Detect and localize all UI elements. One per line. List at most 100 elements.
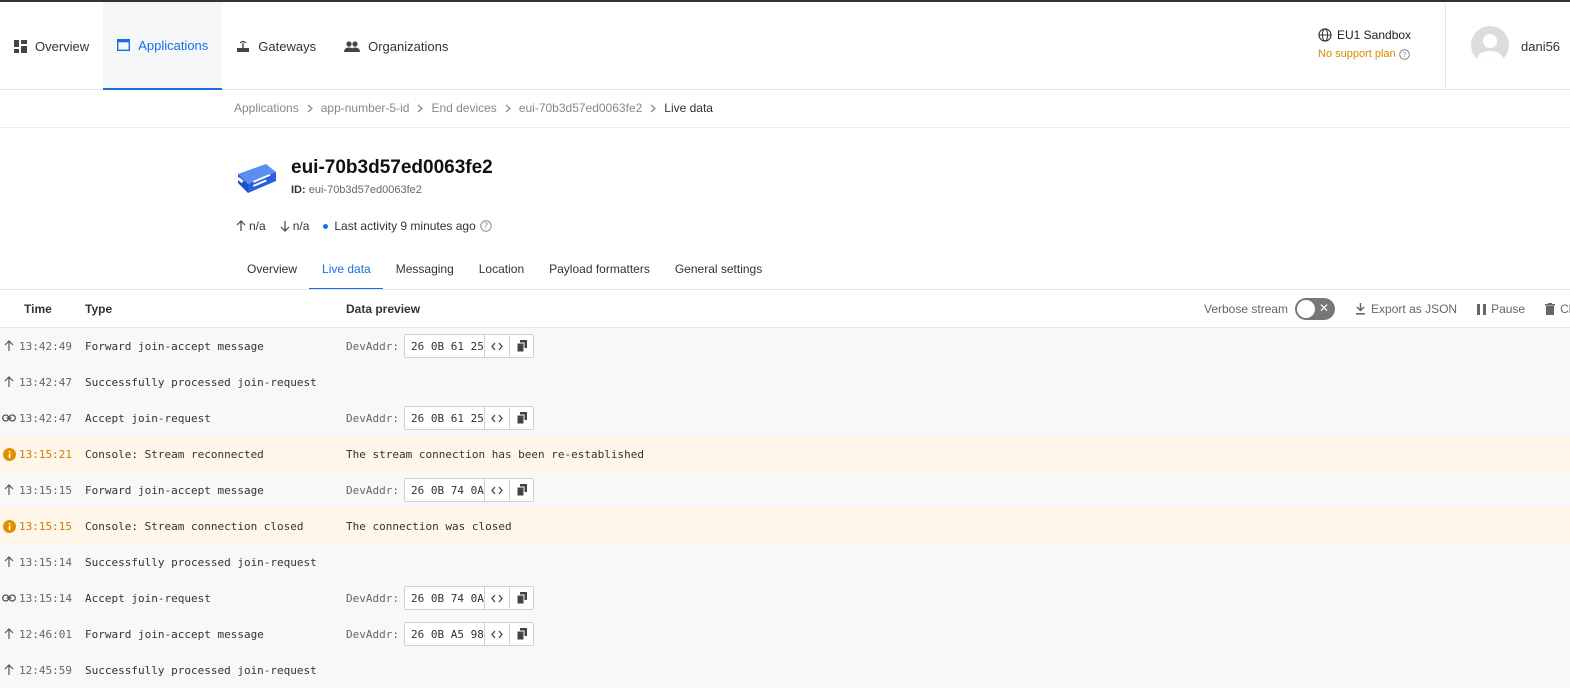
code-toggle-icon[interactable] [485,623,509,645]
tab-live-data[interactable]: Live data [309,252,383,290]
user-silhouette-icon [1476,34,1504,64]
pause-button[interactable]: Pause [1477,302,1525,316]
trash-icon [1545,303,1556,315]
username[interactable]: dani56 [1521,39,1560,54]
table-row[interactable]: 12:45:59 Successfully processed join-requ… [0,652,1570,688]
table-row[interactable]: 13:15:14 Successfully processed join-requ… [0,544,1570,580]
table-row[interactable]: 12:46:01 Forward join-accept message DevAd… [0,616,1570,652]
info-icon [2,447,16,461]
nav-overview[interactable]: Overview [0,2,103,90]
arrow-down-icon [280,221,290,232]
uplink-value: n/a [249,219,266,233]
download-icon [1356,303,1366,315]
arrow-up-icon [2,375,16,389]
code-toggle-icon[interactable] [485,407,509,429]
devaddr-value: 26 0B 74 0A [405,479,485,501]
table-row[interactable]: 13:15:21 Console: Stream reconnected The s… [0,436,1570,472]
event-type: Forward join-accept message [85,340,264,353]
devaddr-field: 26 0B 74 0A [404,586,534,610]
event-type: Successfully processed join-request [85,556,317,569]
devaddr-label: DevAddr: [346,484,399,497]
arrow-up-icon [2,483,16,497]
column-type: Type [85,302,113,316]
support-plan: No support plan [1318,48,1396,60]
tab-messaging[interactable]: Messaging [383,252,466,290]
copy-icon[interactable] [509,407,533,429]
nav-applications-label: Applications [138,37,209,53]
table-row[interactable]: 13:42:47 Accept join-request DevAddr: 26 0B… [0,400,1570,436]
nav-organizations[interactable]: Organizations [330,2,462,90]
copy-icon[interactable] [509,479,533,501]
last-activity-text: Last activity 9 minutes ago [334,219,476,233]
cluster-name: EU1 Sandbox [1337,28,1412,42]
breadcrumb-application[interactable]: app-number-5-id [321,101,410,115]
arrow-up-icon [2,627,16,641]
copy-icon[interactable] [509,335,533,357]
table-row[interactable]: 13:15:15 Forward join-accept message DevAd… [0,472,1570,508]
code-toggle-icon[interactable] [485,587,509,609]
nav-organizations-label: Organizations [368,38,449,54]
event-time: 13:15:14 [19,592,72,605]
arrow-up-icon [2,663,16,677]
event-preview: The connection was closed [346,520,512,533]
column-preview: Data preview [346,302,421,316]
verbose-toggle[interactable]: ✕ [1295,298,1336,320]
copy-icon[interactable] [509,623,533,645]
close-icon: ✕ [1318,301,1330,315]
event-time: 13:15:21 [19,448,72,461]
status-dot [323,223,329,229]
event-type: Successfully processed join-request [85,664,317,677]
tab-location[interactable]: Location [466,252,536,290]
event-time: 13:15:14 [19,556,72,569]
downlink-value: n/a [292,219,310,233]
clear-label: Cle [1560,302,1570,316]
event-list: 13:42:49 Forward join-accept message DevAd… [0,328,1570,688]
table-row[interactable]: 13:15:14 Accept join-request DevAddr: 26 0B… [0,580,1570,616]
code-toggle-icon[interactable] [485,335,509,357]
tab-general-settings[interactable]: General settings [662,252,774,290]
clear-button[interactable]: Cle [1545,302,1570,316]
link-icon [2,591,16,605]
tab-payload-formatters[interactable]: Payload formatters [536,252,662,290]
code-toggle-icon[interactable] [485,479,509,501]
cluster-selector[interactable]: EU1 Sandbox No support plan ? [1318,28,1428,60]
chevron-right-icon [417,104,424,113]
breadcrumb-device[interactable]: eui-70b3d57ed0063fe2 [519,101,642,115]
devaddr-label: DevAddr: [346,412,399,425]
devaddr-value: 26 0B 74 0A [405,587,485,609]
event-time: 12:46:01 [19,628,72,641]
table-header: Time Type Data preview Verbose stream ✕ … [0,290,1570,328]
help-icon[interactable]: ? [480,220,495,232]
arrow-up-icon [2,339,16,353]
breadcrumb-end-devices[interactable]: End devices [431,101,496,115]
devaddr-label: DevAddr: [346,628,399,641]
devaddr-label: DevAddr: [346,340,399,353]
devaddr-value: 26 0B 61 25 [405,407,485,429]
devaddr-value: 26 0B A5 98 [405,623,485,645]
avatar[interactable] [1471,26,1509,64]
copy-icon[interactable] [509,587,533,609]
nav-applications[interactable]: Applications [103,2,223,90]
table-row[interactable]: 13:42:49 Forward join-accept message DevAd… [0,328,1570,364]
table-row[interactable]: 13:15:15 Console: Stream connection close… [0,508,1570,544]
nav-gateways[interactable]: Gateways [222,2,330,90]
breadcrumb-applications[interactable]: Applications [234,101,299,115]
info-icon [2,519,16,533]
help-icon: ? [1398,48,1410,60]
devaddr-field: 26 0B 61 25 [404,334,534,358]
event-preview: The stream connection has been re-establ… [346,448,645,461]
link-icon [2,411,16,425]
tab-overview[interactable]: Overview [234,252,309,290]
globe-icon [1318,28,1332,42]
devaddr-field: 26 0B 74 0A [404,478,534,502]
event-time: 13:15:15 [19,484,72,497]
last-activity: Last activity 9 minutes ago ? [323,219,494,233]
event-type: Console: Stream reconnected [85,448,264,461]
table-row[interactable]: 13:42:47 Successfully processed join-requ… [0,364,1570,400]
export-json-button[interactable]: Export as JSON [1355,302,1457,316]
event-type: Forward join-accept message [85,484,264,497]
chevron-right-icon [505,104,511,113]
page-title: eui-70b3d57ed0063fe2 [291,157,493,178]
event-time: 12:45:59 [19,664,72,677]
event-time: 13:42:47 [19,376,72,389]
